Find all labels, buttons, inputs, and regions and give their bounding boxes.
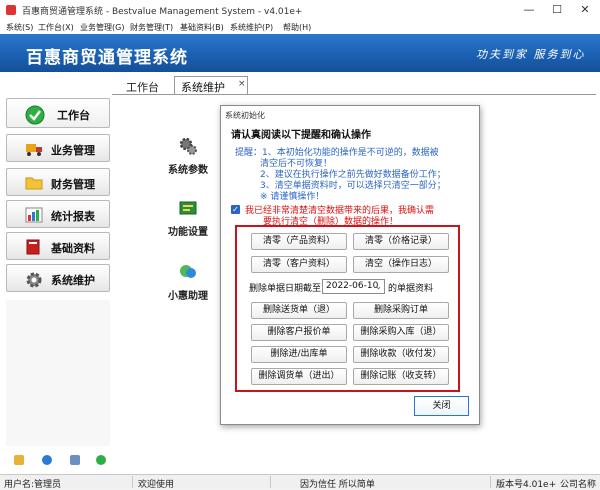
menu-help[interactable]: 帮助(H)	[283, 22, 311, 33]
work-item-label: 小惠助理	[168, 291, 208, 302]
delete-purchase-order-button[interactable]: 删除采购订单	[353, 302, 449, 319]
sidebar-item-label: 基础资料	[51, 242, 95, 255]
gear-icon	[25, 271, 42, 288]
clear-logs-button[interactable]: 清空（操作日志）	[353, 256, 449, 273]
sidebar-item-finance[interactable]: 财务管理	[6, 168, 110, 196]
close-window-button[interactable]: ✕	[574, 2, 596, 18]
status-separator	[270, 476, 271, 488]
delete-receipts-button[interactable]: 删除收款（收付发）	[353, 346, 449, 363]
minimize-button[interactable]: —	[518, 2, 540, 18]
window-title: 百惠商贸通管理系统 - Bestvalue Management System …	[22, 7, 303, 17]
date-suffix-label: 的单据资料	[388, 284, 434, 294]
menu-workbench[interactable]: 工作台(X)	[38, 22, 74, 33]
delete-transfer-button[interactable]: 删除调货单（进出）	[251, 368, 347, 385]
dialog-heading: 请认真阅读以下提醒和确认操作	[231, 130, 371, 141]
status-bar: 用户名:管理员 欢迎使用 因为信任 所以简单 版本号4.01e+ 公司名称	[0, 474, 600, 490]
status-welcome: 欢迎使用	[138, 480, 175, 490]
app-banner: 百惠商贸通管理系统 功夫到家 服务到心	[0, 34, 600, 72]
sidebar-item-basic-data[interactable]: 基础资料	[6, 232, 110, 260]
close-button[interactable]: 关闭	[414, 396, 469, 416]
chat-icon	[178, 262, 198, 282]
menu-system[interactable]: 系统(S)	[6, 22, 33, 33]
menu-basic-data[interactable]: 基础资料(B)	[180, 22, 224, 33]
work-item-label: 系统参数	[168, 165, 208, 176]
app-logo-icon	[6, 5, 16, 15]
dialog-title: 系统初始化	[225, 111, 265, 120]
sidebar-item-label: 统计报表	[51, 210, 95, 223]
init-dialog: 系统初始化 请认真阅读以下提醒和确认操作 提醒：1、本初始化功能的操作是不可逆的…	[220, 105, 480, 425]
sidebar-item-reports[interactable]: 统计报表	[6, 200, 110, 228]
status-version: 版本号4.01e+	[496, 480, 557, 490]
menu-business[interactable]: 业务管理(G)	[80, 22, 124, 33]
bottom-toolbar	[0, 448, 112, 472]
sidebar-item-label: 财务管理	[51, 178, 95, 191]
menu-maintenance[interactable]: 系统维护(P)	[230, 22, 273, 33]
edit-icon[interactable]	[14, 455, 24, 465]
clear-customers-button[interactable]: 清零（客户资料）	[251, 256, 347, 273]
status-separator	[490, 476, 491, 488]
cutoff-date-picker[interactable]: 2022-06-10 ⌄	[322, 279, 385, 294]
status-motto: 因为信任 所以简单	[300, 480, 375, 490]
clear-products-button[interactable]: 清零（产品资料）	[251, 233, 347, 250]
folder-icon	[25, 175, 43, 191]
status-separator	[132, 476, 133, 488]
chart-icon	[25, 207, 43, 223]
maximize-button[interactable]: ☐	[546, 2, 568, 18]
clear-prices-button[interactable]: 清零（价格记录）	[353, 233, 449, 250]
tab-settings-label: 系统维护	[181, 81, 225, 94]
check-icon	[25, 105, 45, 125]
tab-divider	[112, 94, 596, 95]
delete-quotation-button[interactable]: 删除客户报价单	[251, 324, 347, 341]
sidebar-item-label: 系统维护	[51, 274, 95, 287]
gears-icon	[178, 136, 198, 156]
menu-bar: 系统(S) 工作台(X) 业务管理(G) 财务管理(T) 基础资料(B) 系统维…	[0, 20, 600, 34]
delete-delivery-button[interactable]: 删除送货单（退）	[251, 302, 347, 319]
tab-settings[interactable]: 系统维护 ×	[174, 76, 248, 94]
book-icon	[25, 239, 41, 255]
status-company: 公司名称	[560, 480, 597, 490]
work-item-system-params[interactable]: 系统参数	[158, 136, 218, 176]
work-item-function-settings[interactable]: 功能设置	[158, 198, 218, 238]
status-user: 用户名:管理员	[4, 480, 62, 490]
info-icon[interactable]	[42, 455, 52, 465]
sidebar-item-maintenance[interactable]: 系统维护	[6, 264, 110, 292]
work-item-label: 功能设置	[168, 227, 208, 238]
chevron-down-icon[interactable]: ⌄	[375, 280, 382, 293]
warning-line: ※ 请谨慎操作！	[260, 192, 325, 202]
sidebar-item-business[interactable]: 业务管理	[6, 134, 110, 162]
delete-stock-io-button[interactable]: 删除进/出库单	[251, 346, 347, 363]
menu-finance[interactable]: 财务管理(T)	[130, 22, 173, 33]
sidebar: 工作台 业务管理 财务管理 统计报表 基础资料 系统维护	[6, 96, 110, 294]
tab-close-icon[interactable]: ×	[238, 79, 246, 89]
work-item-assistant[interactable]: 小惠助理	[158, 262, 218, 302]
sidebar-item-workbench[interactable]: 工作台	[6, 98, 110, 128]
app-name: 百惠商贸通管理系统	[26, 48, 188, 68]
tools-icon	[178, 198, 198, 218]
delete-accounting-button[interactable]: 删除记账（收支转）	[353, 368, 449, 385]
delete-purchase-inbound-button[interactable]: 删除采购入库（退）	[353, 324, 449, 341]
truck-icon	[25, 141, 42, 157]
slogan: 功夫到家 服务到心	[476, 48, 586, 61]
confirm-checkbox[interactable]: ✓	[231, 205, 240, 214]
sidebar-item-label: 工作台	[57, 109, 90, 122]
sidebar-item-label: 业务管理	[51, 144, 95, 157]
refresh-icon[interactable]	[96, 455, 106, 465]
sidebar-panel	[6, 300, 110, 446]
window-icon[interactable]	[70, 455, 80, 465]
date-prefix-label: 删除单据日期截至	[249, 284, 322, 294]
cutoff-date-value: 2022-06-10	[326, 281, 379, 291]
tab-workbench[interactable]: 工作台	[126, 79, 159, 95]
window-titlebar: 百惠商贸通管理系统 - Bestvalue Management System …	[0, 0, 600, 20]
